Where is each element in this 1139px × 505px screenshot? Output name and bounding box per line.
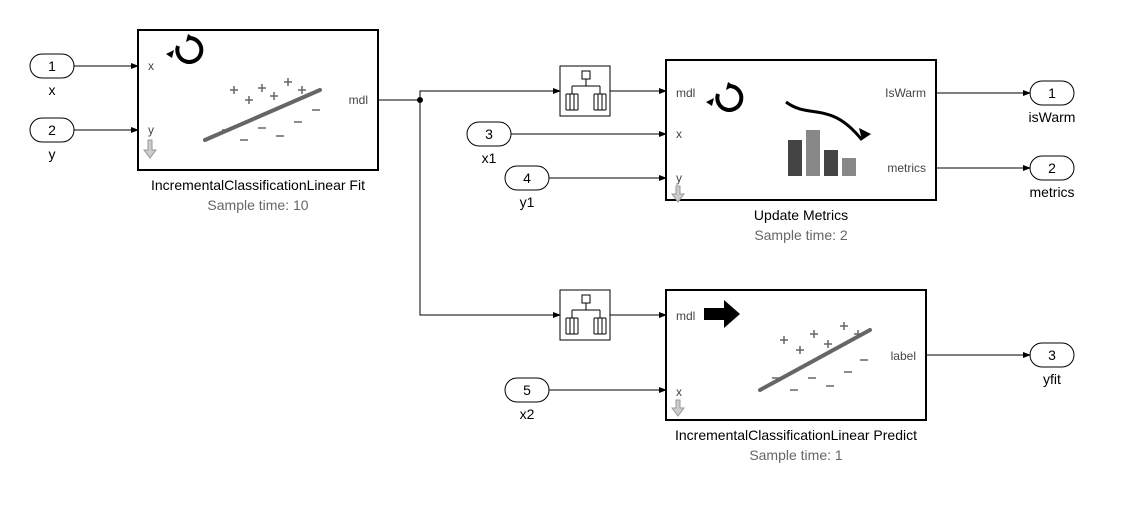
update-metrics-block[interactable]: mdl x y IsWarm metrics Update Metrics Sa… [666, 60, 936, 243]
inport-y1-label: y1 [520, 194, 535, 210]
update-port-x: x [676, 127, 682, 141]
update-port-mdl: mdl [676, 86, 695, 100]
rate-transition-b[interactable] [560, 290, 610, 340]
outport-iswarm-num: 1 [1048, 85, 1056, 101]
wire [420, 91, 560, 100]
predict-port-label: label [891, 349, 916, 363]
predict-block-sample: Sample time: 1 [749, 447, 843, 463]
outport-iswarm-label: isWarm [1029, 109, 1076, 125]
fit-block[interactable]: x y mdl [138, 30, 378, 213]
predict-port-x: x [676, 385, 682, 399]
fit-block-name: IncrementalClassificationLinear Fit [151, 177, 365, 193]
inport-x-label: x [49, 82, 56, 98]
fit-port-x: x [148, 59, 154, 73]
inport-x[interactable]: 1 x [30, 54, 74, 98]
inport-x2-num: 5 [523, 382, 531, 398]
fit-port-mdl: mdl [349, 93, 368, 107]
outport-metrics-label: metrics [1029, 184, 1074, 200]
outport-yfit[interactable]: 3 yfit [1030, 343, 1074, 387]
inport-y1-num: 4 [523, 170, 531, 186]
update-block-name: Update Metrics [754, 207, 848, 223]
inport-x2[interactable]: 5 x2 [505, 378, 549, 422]
outport-metrics[interactable]: 2 metrics [1029, 156, 1074, 200]
update-port-y: y [676, 171, 682, 185]
inport-y-num: 2 [48, 122, 56, 138]
outport-metrics-num: 2 [1048, 160, 1056, 176]
inport-y1[interactable]: 4 y1 [505, 166, 549, 210]
inport-x1[interactable]: 3 x1 [467, 122, 511, 166]
predict-port-mdl: mdl [676, 309, 695, 323]
inport-x-num: 1 [48, 58, 56, 74]
update-port-metrics: metrics [887, 161, 926, 175]
inport-y[interactable]: 2 y [30, 118, 74, 162]
inport-x1-label: x1 [482, 150, 497, 166]
fit-block-sample: Sample time: 10 [207, 197, 308, 213]
outport-iswarm[interactable]: 1 isWarm [1029, 81, 1076, 125]
fit-port-y: y [148, 123, 154, 137]
inport-x1-num: 3 [485, 126, 493, 142]
predict-block[interactable]: mdl x label [666, 290, 926, 463]
update-port-iswarm: IsWarm [885, 86, 926, 100]
inport-y-label: y [49, 146, 56, 162]
rate-transition-a[interactable] [560, 66, 610, 116]
outport-yfit-label: yfit [1043, 371, 1061, 387]
inport-x2-label: x2 [520, 406, 535, 422]
predict-block-name: IncrementalClassificationLinear Predict [675, 427, 917, 443]
outport-yfit-num: 3 [1048, 347, 1056, 363]
update-block-sample: Sample time: 2 [754, 227, 848, 243]
